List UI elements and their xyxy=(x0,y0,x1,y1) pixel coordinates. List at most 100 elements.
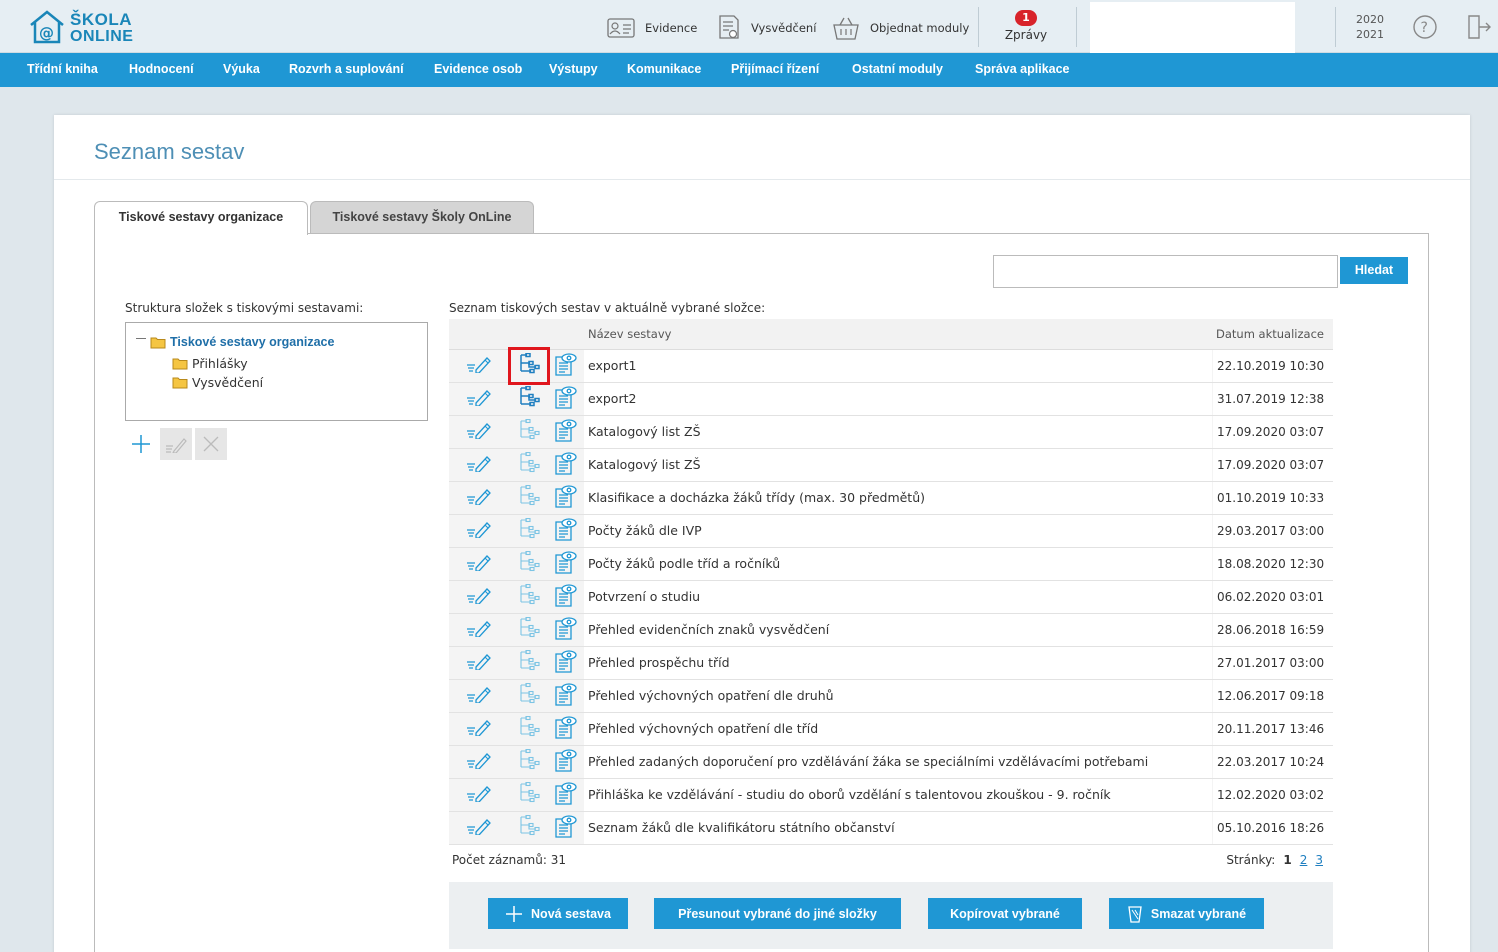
preview-report-button[interactable] xyxy=(549,482,583,514)
preview-report-button[interactable] xyxy=(549,779,583,811)
messages-button[interactable]: 1 Zprávy xyxy=(985,6,1067,48)
report-name[interactable]: export1 xyxy=(584,350,1212,382)
objednat-moduly-link[interactable]: Objednat moduly xyxy=(832,14,969,42)
tree-item-vysvedceni[interactable]: Vysvědčení xyxy=(172,375,263,390)
edit-report-button[interactable] xyxy=(449,350,509,382)
edit-report-button[interactable] xyxy=(449,713,509,745)
report-structure-button[interactable] xyxy=(510,614,548,646)
edit-report-button[interactable] xyxy=(449,680,509,712)
table-row[interactable]: Přehled výchovných opatření dle druhů 12.… xyxy=(449,680,1333,713)
table-row[interactable]: Seznam žáků dle kvalifikátoru státního o… xyxy=(449,812,1333,845)
delete-selected-button[interactable]: Smazat vybrané xyxy=(1109,898,1264,929)
table-row[interactable]: Počty žáků dle IVP 29.03.2017 03:00 xyxy=(449,515,1333,548)
report-structure-button[interactable] xyxy=(510,548,548,580)
copy-selected-button[interactable]: Kopírovat vybrané xyxy=(928,898,1082,929)
report-name[interactable]: Přehled výchovných opatření dle tříd xyxy=(584,713,1212,745)
edit-report-button[interactable] xyxy=(449,383,509,415)
page-2[interactable]: 2 xyxy=(1300,853,1308,867)
table-row[interactable]: Katalogový list ZŠ 17.09.2020 03:07 xyxy=(449,416,1333,449)
nav-vystupy[interactable]: Výstupy xyxy=(549,62,598,76)
preview-report-button[interactable] xyxy=(549,680,583,712)
preview-report-button[interactable] xyxy=(549,548,583,580)
preview-report-button[interactable] xyxy=(549,416,583,448)
report-name[interactable]: Přehled evidenčních znaků vysvědčení xyxy=(584,614,1212,646)
report-structure-button[interactable] xyxy=(510,416,548,448)
preview-report-button[interactable] xyxy=(549,581,583,613)
report-name[interactable]: export2 xyxy=(584,383,1212,415)
col-name[interactable]: Název sestavy xyxy=(588,327,671,341)
report-name[interactable]: Počty žáků podle tříd a ročníků xyxy=(584,548,1212,580)
report-structure-button[interactable] xyxy=(510,515,548,547)
preview-report-button[interactable] xyxy=(549,746,583,778)
preview-report-button[interactable] xyxy=(549,383,583,415)
edit-report-button[interactable] xyxy=(449,581,509,613)
report-structure-button[interactable] xyxy=(510,449,548,481)
vysvedceni-link[interactable]: Vysvědčení xyxy=(717,14,816,42)
report-structure-button[interactable] xyxy=(510,647,548,679)
report-name[interactable]: Přehled prospěchu tříd xyxy=(584,647,1212,679)
table-row[interactable]: Přehled prospěchu tříd 27.01.2017 03:00 xyxy=(449,647,1333,680)
table-row[interactable]: Přehled zadaných doporučení pro vzdělává… xyxy=(449,746,1333,779)
tree-item-prihlasky[interactable]: Přihlášky xyxy=(172,356,248,371)
report-name[interactable]: Přehled zadaných doporučení pro vzdělává… xyxy=(584,746,1212,778)
report-structure-button[interactable] xyxy=(510,383,548,415)
preview-report-button[interactable] xyxy=(549,713,583,745)
nav-prijimaci-rizeni[interactable]: Přijímací řízení xyxy=(731,62,819,76)
table-row[interactable]: Katalogový list ZŠ 17.09.2020 03:07 xyxy=(449,449,1333,482)
report-name[interactable]: Potvrzení o studiu xyxy=(584,581,1212,613)
table-row[interactable]: Počty žáků podle tříd a ročníků 18.08.202… xyxy=(449,548,1333,581)
user-box[interactable] xyxy=(1090,2,1295,53)
report-name[interactable]: Počty žáků dle IVP xyxy=(584,515,1212,547)
report-name[interactable]: Seznam žáků dle kvalifikátoru státního o… xyxy=(584,812,1212,844)
school-year[interactable]: 2020 2021 xyxy=(1350,12,1390,42)
rename-folder-button[interactable] xyxy=(160,428,192,460)
search-button[interactable]: Hledat xyxy=(1340,257,1408,284)
report-name[interactable]: Přihláška ke vzdělávání - studiu do obor… xyxy=(584,779,1212,811)
report-structure-button[interactable] xyxy=(510,812,548,844)
new-report-button[interactable]: Nová sestava xyxy=(488,898,628,929)
table-row[interactable]: Přehled výchovných opatření dle tříd 20.1… xyxy=(449,713,1333,746)
page-1[interactable]: 1 xyxy=(1283,853,1291,867)
table-row[interactable]: export2 31.07.2019 12:38 xyxy=(449,383,1333,416)
report-structure-button[interactable] xyxy=(510,581,548,613)
edit-report-button[interactable] xyxy=(449,647,509,679)
logout-icon[interactable] xyxy=(1466,14,1492,40)
nav-ostatni-moduly[interactable]: Ostatní moduly xyxy=(852,62,943,76)
col-date[interactable]: Datum aktualizace xyxy=(1216,327,1324,341)
nav-sprava-aplikace[interactable]: Správa aplikace xyxy=(975,62,1070,76)
nav-evidence-osob[interactable]: Evidence osob xyxy=(434,62,522,76)
tab-skola-online[interactable]: Tiskové sestavy Školy OnLine xyxy=(310,201,534,234)
report-name[interactable]: Katalogový list ZŠ xyxy=(584,449,1212,481)
table-row[interactable]: Přihláška ke vzdělávání - studiu do obor… xyxy=(449,779,1333,812)
collapse-icon[interactable] xyxy=(136,337,146,339)
report-structure-button[interactable] xyxy=(510,779,548,811)
preview-report-button[interactable] xyxy=(549,812,583,844)
edit-report-button[interactable] xyxy=(449,779,509,811)
tree-root[interactable]: Tiskové sestavy organizace xyxy=(136,335,334,349)
preview-report-button[interactable] xyxy=(549,350,583,382)
table-row[interactable]: Přehled evidenčních znaků vysvědčení 28.0… xyxy=(449,614,1333,647)
report-structure-button[interactable] xyxy=(510,482,548,514)
edit-report-button[interactable] xyxy=(449,515,509,547)
preview-report-button[interactable] xyxy=(549,614,583,646)
help-icon[interactable]: ? xyxy=(1412,14,1438,40)
add-folder-button[interactable] xyxy=(125,428,157,460)
nav-komunikace[interactable]: Komunikace xyxy=(627,62,701,76)
evidence-link[interactable]: Evidence xyxy=(607,14,697,42)
nav-hodnoceni[interactable]: Hodnocení xyxy=(129,62,194,76)
report-name[interactable]: Katalogový list ZŠ xyxy=(584,416,1212,448)
table-row[interactable]: Klasifikace a docházka žáků třídy (max. … xyxy=(449,482,1333,515)
report-structure-button[interactable] xyxy=(510,680,548,712)
table-row[interactable]: export1 22.10.2019 10:30 xyxy=(449,347,1333,385)
report-structure-button[interactable] xyxy=(510,713,548,745)
edit-report-button[interactable] xyxy=(449,449,509,481)
nav-vyuka[interactable]: Výuka xyxy=(223,62,260,76)
report-name[interactable]: Klasifikace a docházka žáků třídy (max. … xyxy=(584,482,1212,514)
edit-report-button[interactable] xyxy=(449,614,509,646)
page-3[interactable]: 3 xyxy=(1315,853,1323,867)
report-name[interactable]: Přehled výchovných opatření dle druhů xyxy=(584,680,1212,712)
edit-report-button[interactable] xyxy=(449,746,509,778)
preview-report-button[interactable] xyxy=(549,515,583,547)
edit-report-button[interactable] xyxy=(449,548,509,580)
preview-report-button[interactable] xyxy=(549,449,583,481)
